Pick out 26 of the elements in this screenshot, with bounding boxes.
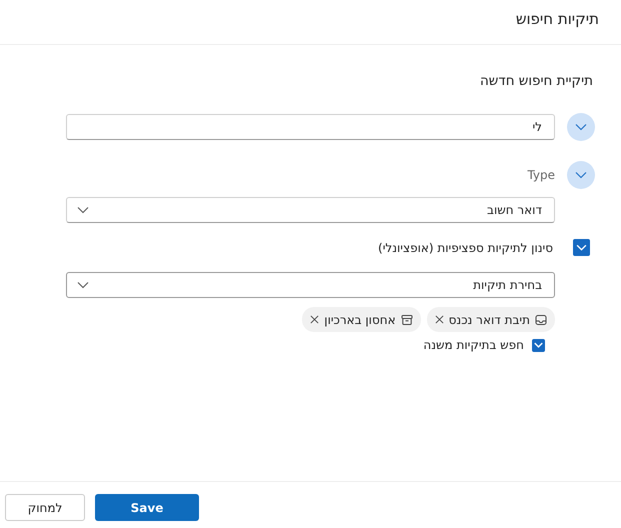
save-button[interactable]: Save	[95, 494, 199, 521]
chevron-down-icon	[534, 342, 543, 348]
chevron-down-icon	[77, 281, 89, 289]
checkbox[interactable]	[572, 239, 590, 256]
chevron-down-icon	[77, 206, 89, 214]
filter-label: סינון לתיקיות ספציפיות (אופציונלי)	[378, 240, 553, 254]
inbox-icon	[535, 314, 547, 326]
folder-chip[interactable]: תיבת דואר נכנס	[426, 307, 555, 332]
window-title: תיקיות חיפוש	[516, 10, 599, 28]
close-icon[interactable]	[434, 315, 444, 324]
chevron-down-icon	[576, 244, 586, 251]
expand-toggle[interactable]	[567, 161, 595, 189]
form-heading: תיקיית חיפוש חדשה	[478, 73, 593, 89]
expand-toggle[interactable]	[567, 113, 595, 141]
name-input-field[interactable]: לי	[66, 114, 555, 140]
checkbox[interactable]	[532, 338, 545, 352]
delete-button[interactable]: למחוק	[5, 494, 85, 521]
folder-chip[interactable]: אחסון בארכיון	[302, 307, 421, 332]
subfolders-label: חפש בתיקיות משנה	[423, 338, 524, 352]
close-icon[interactable]	[310, 315, 320, 324]
chevron-down-icon	[575, 123, 587, 131]
folder-dropdown[interactable]: בחירת תיקיות	[66, 272, 555, 298]
type-dropdown[interactable]: דואר חשוב	[66, 197, 555, 223]
type-label: Type	[527, 168, 555, 182]
chevron-down-icon	[575, 171, 587, 179]
archive-icon	[400, 314, 413, 326]
